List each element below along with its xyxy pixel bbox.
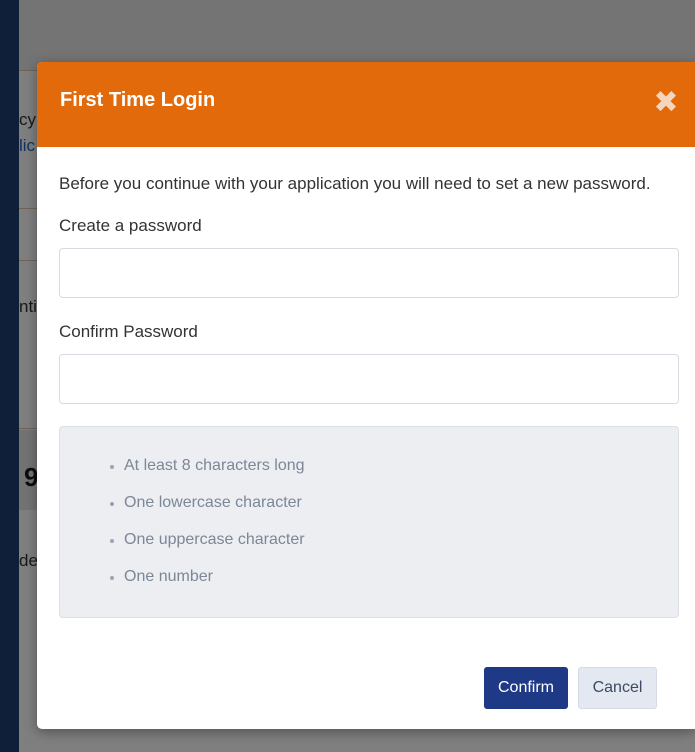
dialog-title: First Time Login (60, 89, 216, 111)
cancel-button[interactable]: Cancel (578, 667, 657, 709)
requirement-uppercase: One uppercase character (124, 527, 678, 564)
requirement-length: At least 8 characters long (124, 453, 678, 490)
dialog-header: First Time Login ✖ (37, 62, 695, 147)
confirm-password-input[interactable] (59, 354, 679, 404)
first-time-login-dialog: First Time Login ✖ Before you continue w… (37, 62, 695, 729)
requirement-lowercase: One lowercase character (124, 490, 678, 527)
close-icon[interactable]: ✖ (651, 86, 681, 120)
password-requirements: At least 8 characters long One lowercase… (59, 426, 679, 618)
confirm-button[interactable]: Confirm (484, 667, 568, 709)
dialog-actions: Confirm Cancel (484, 667, 657, 709)
create-password-input[interactable] (59, 248, 679, 298)
create-password-label: Create a password (59, 216, 202, 235)
screen: cy lic nti 9 de First Time Login ✖ Befor… (0, 0, 695, 752)
requirements-list: At least 8 characters long One lowercase… (60, 453, 678, 601)
requirement-number: One number (124, 564, 678, 601)
confirm-password-label: Confirm Password (59, 322, 198, 341)
intro-text: Before you continue with your applicatio… (59, 174, 651, 193)
dialog-body: Before you continue with your applicatio… (59, 147, 679, 618)
